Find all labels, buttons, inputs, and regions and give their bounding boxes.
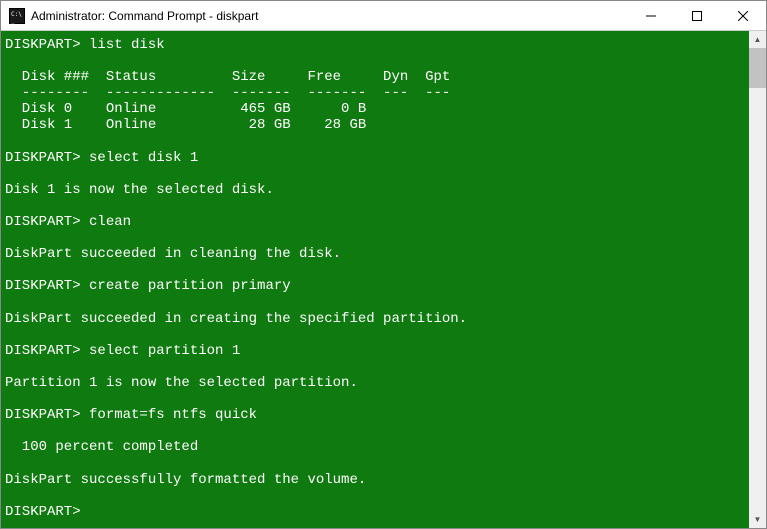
blank-line	[5, 391, 745, 407]
output-line: DiskPart succeeded in creating the speci…	[5, 311, 745, 327]
blank-line	[5, 295, 745, 311]
prompt-line: DISKPART> list disk	[5, 37, 745, 53]
vertical-scrollbar[interactable]: ▲ ▼	[749, 31, 766, 528]
close-button[interactable]	[720, 1, 766, 30]
blank-line	[5, 230, 745, 246]
blank-line	[5, 166, 745, 182]
blank-line	[5, 488, 745, 504]
output-line: DiskPart successfully formatted the volu…	[5, 472, 745, 488]
prompt-line: DISKPART> select partition 1	[5, 343, 745, 359]
output-line: Disk 0 Online 465 GB 0 B	[5, 101, 745, 117]
prompt-line: DISKPART> clean	[5, 214, 745, 230]
minimize-button[interactable]	[628, 1, 674, 30]
scrollbar-thumb[interactable]	[749, 48, 766, 88]
blank-line	[5, 423, 745, 439]
output-line: 100 percent completed	[5, 439, 745, 455]
terminal-output[interactable]: DISKPART> list disk Disk ### Status Size…	[1, 31, 749, 528]
output-line: DiskPart succeeded in cleaning the disk.	[5, 246, 745, 262]
scroll-up-button[interactable]: ▲	[749, 31, 766, 48]
blank-line	[5, 455, 745, 471]
blank-line	[5, 262, 745, 278]
titlebar: C:\ _ Administrator: Command Prompt - di…	[1, 1, 766, 31]
window-controls	[628, 1, 766, 30]
prompt-line: DISKPART> create partition primary	[5, 278, 745, 294]
blank-line	[5, 359, 745, 375]
blank-line	[5, 198, 745, 214]
svg-text:_: _	[11, 17, 15, 24]
prompt-line: DISKPART> format=fs ntfs quick	[5, 407, 745, 423]
scroll-down-button[interactable]: ▼	[749, 511, 766, 528]
prompt-line: DISKPART>	[5, 504, 745, 520]
maximize-button[interactable]	[674, 1, 720, 30]
output-line: Disk ### Status Size Free Dyn Gpt	[5, 69, 745, 85]
terminal-container: DISKPART> list disk Disk ### Status Size…	[1, 31, 766, 528]
output-line: Disk 1 is now the selected disk.	[5, 182, 745, 198]
cmd-icon: C:\ _	[9, 8, 25, 24]
output-line: Partition 1 is now the selected partitio…	[5, 375, 745, 391]
blank-line	[5, 134, 745, 150]
output-line: -------- ------------- ------- ------- -…	[5, 85, 745, 101]
blank-line	[5, 53, 745, 69]
window-title: Administrator: Command Prompt - diskpart	[31, 9, 628, 23]
output-line: Disk 1 Online 28 GB 28 GB	[5, 117, 745, 133]
blank-line	[5, 327, 745, 343]
prompt-line: DISKPART> select disk 1	[5, 150, 745, 166]
